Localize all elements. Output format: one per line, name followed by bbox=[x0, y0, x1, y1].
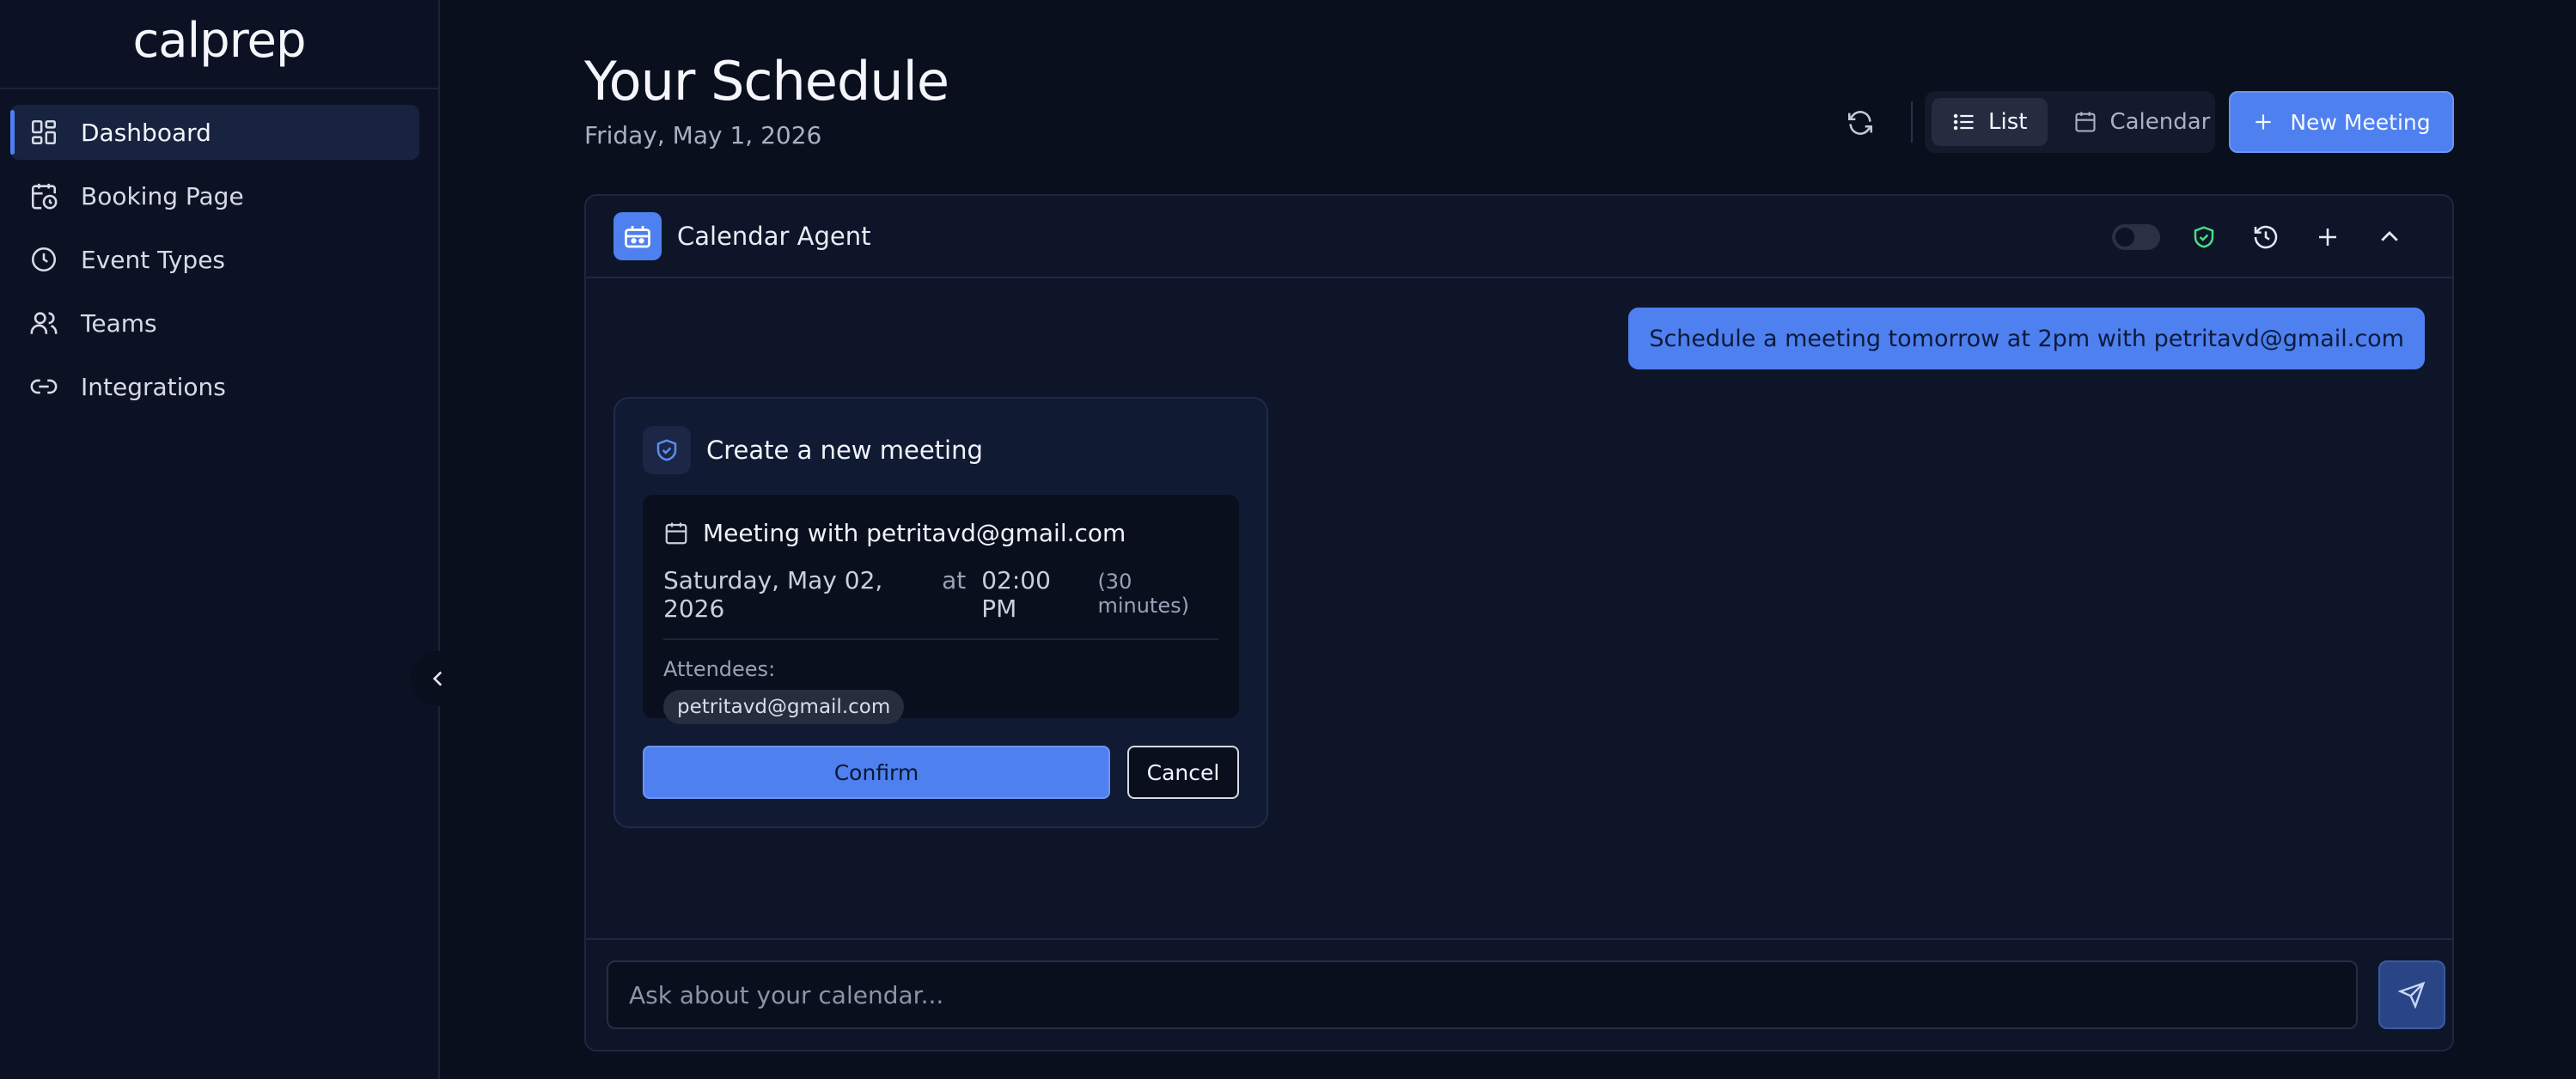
header-divider bbox=[1911, 101, 1913, 143]
view-calendar-button[interactable]: Calendar bbox=[2053, 98, 2231, 146]
sidebar-nav: Dashboard Booking Page Event Types Teams… bbox=[0, 89, 438, 414]
chat-input-bar bbox=[586, 938, 2452, 1050]
sidebar-item-integrations[interactable]: Integrations bbox=[10, 359, 419, 414]
calendar-clock-icon bbox=[29, 181, 58, 210]
plus-icon bbox=[2252, 111, 2274, 133]
meeting-title: Meeting with petritavd@gmail.com bbox=[703, 519, 1126, 547]
divider bbox=[663, 638, 1218, 640]
send-icon bbox=[2398, 981, 2426, 1009]
shield-icon bbox=[643, 426, 691, 474]
meeting-title-row: Meeting with petritavd@gmail.com bbox=[663, 519, 1218, 547]
agent-header: Calendar Agent bbox=[586, 196, 2452, 278]
sidebar-item-event-types[interactable]: Event Types bbox=[10, 232, 419, 287]
refresh-icon bbox=[1846, 108, 1875, 137]
sidebar-item-label: Event Types bbox=[81, 245, 226, 274]
sidebar-item-booking-page[interactable]: Booking Page bbox=[10, 168, 419, 223]
new-meeting-label: New Meeting bbox=[2290, 109, 2431, 135]
add-chat-icon[interactable] bbox=[2310, 219, 2346, 255]
new-meeting-button[interactable]: New Meeting bbox=[2229, 91, 2454, 153]
agent-header-actions bbox=[2112, 196, 2408, 278]
calendar-agent-panel: Calendar Agent Schedule a meeting tomorr… bbox=[584, 194, 2454, 1052]
link-icon bbox=[29, 372, 58, 401]
view-list-button[interactable]: List bbox=[1932, 98, 2048, 146]
chevron-left-icon bbox=[427, 668, 449, 690]
sidebar-item-label: Teams bbox=[81, 308, 157, 338]
meeting-details: Meeting with petritavd@gmail.com Saturda… bbox=[643, 495, 1239, 724]
sidebar-item-label: Dashboard bbox=[81, 118, 211, 147]
sidebar-item-label: Booking Page bbox=[81, 181, 244, 210]
chevron-up-icon[interactable] bbox=[2372, 219, 2408, 255]
agent-toggle-switch[interactable] bbox=[2112, 224, 2160, 250]
agent-title: Calendar Agent bbox=[677, 222, 871, 251]
attendee-chip: petritavd@gmail.com bbox=[663, 690, 905, 724]
view-calendar-label: Calendar bbox=[2109, 109, 2211, 135]
confirm-button[interactable]: Confirm bbox=[643, 746, 1110, 799]
calendar-icon bbox=[2073, 110, 2097, 134]
meeting-date: Saturday, May 02, 2026 bbox=[663, 566, 883, 623]
chat-input[interactable] bbox=[607, 960, 2358, 1029]
attendees-label: Attendees: bbox=[663, 657, 776, 681]
view-toggle: List Calendar bbox=[1925, 91, 2215, 153]
send-button[interactable] bbox=[2378, 960, 2445, 1029]
page-title: Your Schedule bbox=[584, 50, 949, 113]
card-title: Create a new meeting bbox=[706, 436, 983, 465]
dashboard-icon bbox=[29, 118, 58, 147]
list-icon bbox=[1952, 110, 1976, 134]
sidebar: calprep Dashboard Booking Page Event Typ… bbox=[0, 0, 440, 1079]
page-date: Friday, May 1, 2026 bbox=[584, 121, 822, 149]
create-meeting-card: Create a new meeting Meeting with petrit… bbox=[613, 397, 1268, 828]
meeting-at: at bbox=[942, 566, 967, 594]
sidebar-collapse-button[interactable] bbox=[411, 651, 466, 706]
shield-check-icon[interactable] bbox=[2186, 219, 2222, 255]
history-icon[interactable] bbox=[2248, 219, 2284, 255]
view-list-label: List bbox=[1988, 109, 2028, 135]
app-logo[interactable]: calprep bbox=[0, 0, 438, 89]
toggle-knob bbox=[2115, 228, 2134, 247]
cancel-button[interactable]: Cancel bbox=[1127, 746, 1239, 799]
meeting-time: 02:00 PM bbox=[981, 566, 1051, 623]
user-message-bubble: Schedule a meeting tomorrow at 2pm with … bbox=[1628, 308, 2425, 369]
bot-icon bbox=[613, 212, 662, 260]
refresh-button[interactable] bbox=[1840, 103, 1880, 143]
meeting-time-row: Saturday, May 02, 2026 at 02:00 PM (30 m… bbox=[663, 566, 1218, 623]
sidebar-item-label: Integrations bbox=[81, 372, 226, 401]
calendar-icon bbox=[663, 521, 689, 546]
sidebar-item-dashboard[interactable]: Dashboard bbox=[10, 105, 419, 160]
card-header: Create a new meeting bbox=[643, 426, 983, 474]
clock-icon bbox=[29, 245, 58, 274]
meeting-duration: (30 minutes) bbox=[1097, 570, 1189, 618]
sidebar-item-teams[interactable]: Teams bbox=[10, 296, 419, 351]
users-icon bbox=[29, 308, 58, 338]
